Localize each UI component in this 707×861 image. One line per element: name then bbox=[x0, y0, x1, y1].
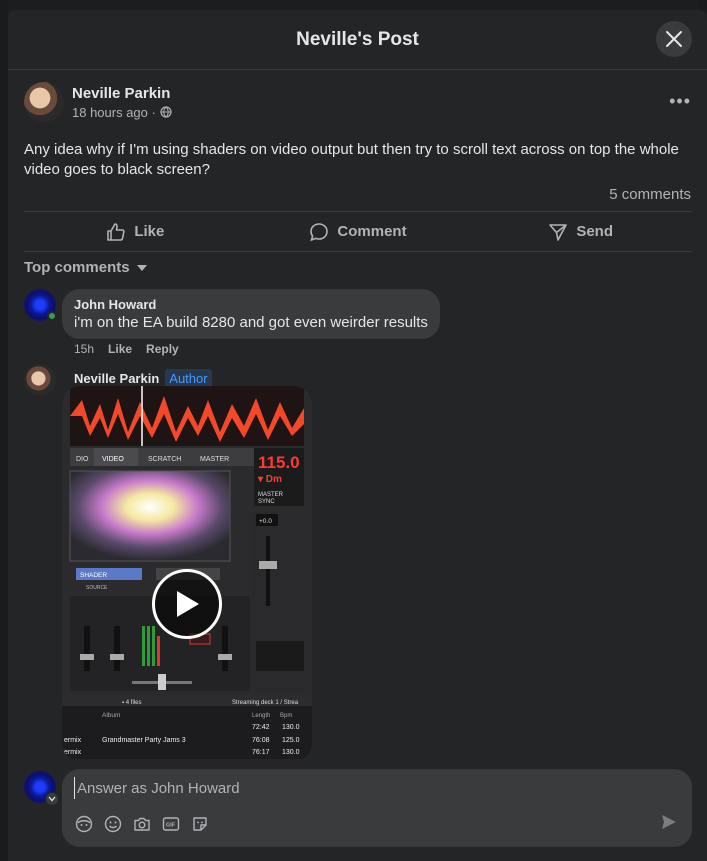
post-scroll-area[interactable]: Neville Parkin 18 hours ago · ••• Any id… bbox=[8, 71, 707, 759]
comment-reply-button[interactable]: Reply bbox=[146, 342, 179, 356]
modal-header: Neville's Post bbox=[8, 10, 707, 70]
globe-icon bbox=[160, 106, 172, 118]
comment-text: i'm on the EA build 8280 and got even we… bbox=[74, 314, 428, 331]
comment-author[interactable]: John Howard bbox=[74, 297, 428, 312]
svg-text:Album: Album bbox=[102, 712, 120, 719]
send-arrow-icon bbox=[662, 815, 676, 829]
comment-sort-label: Top comments bbox=[24, 259, 130, 276]
post-text: Any idea why if I'm using shaders on vid… bbox=[24, 141, 679, 178]
svg-text:DIO: DIO bbox=[76, 456, 89, 463]
comment-button[interactable]: Comment bbox=[247, 212, 470, 251]
post-action-bar: Like Comment Send bbox=[24, 211, 692, 252]
comment-time[interactable]: 15h bbox=[74, 342, 94, 356]
commenter-avatar[interactable] bbox=[24, 289, 57, 321]
svg-text:125.0: 125.0 bbox=[282, 737, 300, 744]
gif-button[interactable]: GIF bbox=[161, 814, 181, 834]
emoji-icon bbox=[104, 815, 122, 833]
post-timestamp[interactable]: 18 hours ago · bbox=[72, 105, 156, 120]
post-author-name[interactable]: Neville Parkin bbox=[72, 85, 172, 102]
svg-text:Streaming deck 1 / Strea: Streaming deck 1 / Strea bbox=[232, 700, 299, 706]
svg-text:76:08: 76:08 bbox=[252, 737, 270, 744]
svg-text:Bpm: Bpm bbox=[280, 713, 292, 719]
svg-text:Grandmaster Party Jams 3: Grandmaster Party Jams 3 bbox=[102, 737, 186, 744]
gif-icon: GIF bbox=[162, 817, 180, 831]
svg-text:GIF: GIF bbox=[166, 823, 176, 829]
close-button[interactable] bbox=[656, 21, 692, 57]
avatar-sticker-icon bbox=[75, 815, 93, 833]
play-icon bbox=[177, 591, 199, 617]
post-author-avatar[interactable] bbox=[24, 82, 64, 122]
comment-video[interactable]: DIO VIDEO SCRATCH MASTER 115.0 ▾ Dm MAST… bbox=[62, 386, 312, 759]
more-options-icon[interactable]: ••• bbox=[669, 91, 691, 112]
comment-input-box: GIF bbox=[62, 769, 692, 847]
post-header: Neville Parkin 18 hours ago · bbox=[24, 82, 172, 122]
svg-text:SHADER: SHADER bbox=[80, 572, 107, 579]
commenter-avatar[interactable] bbox=[24, 364, 56, 396]
camera-button[interactable] bbox=[132, 814, 152, 834]
comment-count[interactable]: 5 comments bbox=[609, 186, 691, 203]
like-button[interactable]: Like bbox=[24, 212, 247, 251]
comment-composer: GIF bbox=[8, 759, 707, 861]
svg-text:MASTER: MASTER bbox=[200, 456, 229, 463]
sticker-icon bbox=[193, 817, 207, 831]
play-button[interactable] bbox=[152, 569, 222, 639]
svg-text:72:42: 72:42 bbox=[252, 724, 270, 731]
svg-text:130.0: 130.0 bbox=[282, 749, 300, 756]
svg-text:SYNC: SYNC bbox=[258, 499, 275, 505]
svg-text:▪ 4 files: ▪ 4 files bbox=[122, 700, 141, 706]
svg-text:76:17: 76:17 bbox=[252, 749, 270, 756]
svg-text:VIDEO: VIDEO bbox=[102, 456, 124, 463]
comment-label: Comment bbox=[337, 223, 407, 240]
comment-sort-dropdown[interactable]: Top comments bbox=[24, 259, 148, 276]
send-button[interactable]: Send bbox=[469, 212, 692, 251]
avatar-sticker-button[interactable] bbox=[74, 814, 94, 834]
svg-text:▾ Dm: ▾ Dm bbox=[257, 474, 282, 485]
sticker-button[interactable] bbox=[190, 814, 210, 834]
online-status-dot bbox=[47, 311, 57, 321]
svg-text:ermix: ermix bbox=[64, 737, 82, 744]
like-label: Like bbox=[134, 223, 165, 240]
send-icon bbox=[549, 223, 568, 241]
chevron-down-icon[interactable] bbox=[45, 792, 59, 806]
comment-item bbox=[24, 364, 56, 396]
caret-down-icon bbox=[136, 264, 147, 271]
send-label: Send bbox=[576, 223, 614, 240]
svg-text:+0.0: +0.0 bbox=[259, 518, 272, 525]
comment-bubble: John Howard i'm on the EA build 8280 and… bbox=[62, 289, 440, 339]
svg-text:SCRATCH: SCRATCH bbox=[148, 456, 181, 463]
comment-like-button[interactable]: Like bbox=[108, 342, 132, 356]
svg-text:SOURCE: SOURCE bbox=[86, 585, 108, 591]
thumbs-up-icon bbox=[107, 222, 125, 241]
emoji-button[interactable] bbox=[103, 814, 123, 834]
svg-text:115.0: 115.0 bbox=[258, 453, 300, 472]
comment-item: John Howard i'm on the EA build 8280 and… bbox=[24, 289, 440, 339]
composer-toolbar: GIF bbox=[74, 814, 210, 834]
comment-bubble-icon bbox=[310, 222, 329, 241]
svg-text:ermix: ermix bbox=[64, 749, 82, 756]
post-meta: 18 hours ago · bbox=[72, 105, 172, 120]
background-page-left bbox=[0, 0, 8, 861]
svg-text:130.0: 130.0 bbox=[282, 724, 300, 731]
svg-text:Length: Length bbox=[252, 713, 270, 719]
close-icon bbox=[666, 31, 682, 47]
comment-input[interactable] bbox=[74, 777, 634, 799]
svg-text:MASTER: MASTER bbox=[258, 492, 284, 498]
comment-author[interactable]: Neville Parkin bbox=[74, 371, 159, 386]
comment-actions: 15h Like Reply bbox=[74, 342, 179, 356]
camera-icon bbox=[134, 817, 150, 831]
modal-title: Neville's Post bbox=[296, 28, 419, 50]
submit-comment-button[interactable] bbox=[660, 813, 678, 836]
post-modal: Neville's Post Neville Parkin 18 hours a… bbox=[8, 10, 707, 861]
composer-avatar[interactable] bbox=[24, 771, 59, 806]
